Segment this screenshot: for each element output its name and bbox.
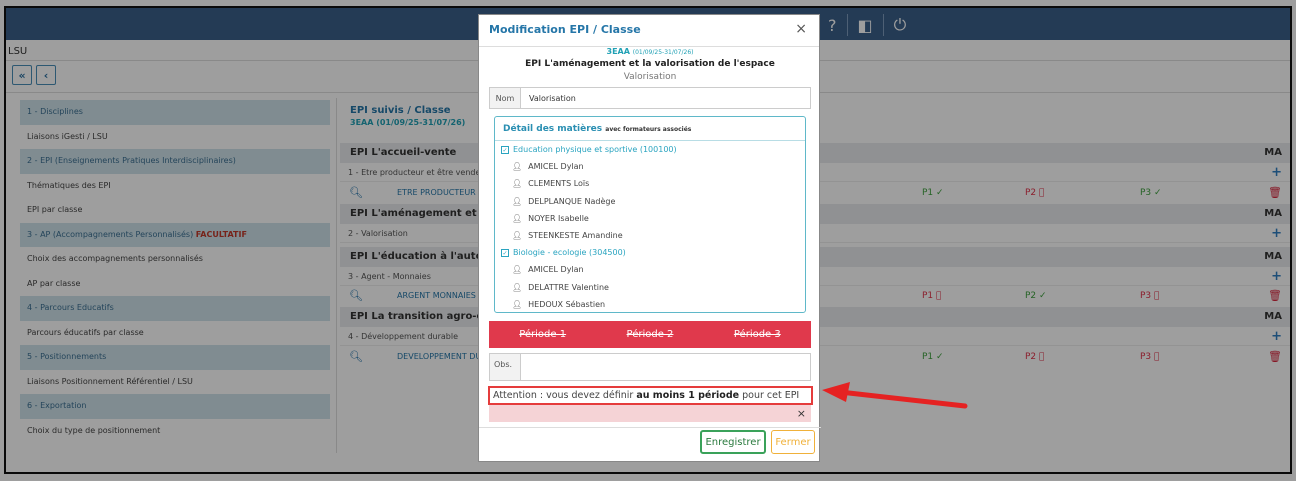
period-1-toggle[interactable]: Période 1 bbox=[519, 329, 566, 340]
user-icon: 👤︎ bbox=[512, 162, 523, 172]
user-icon: 👤︎ bbox=[512, 196, 523, 206]
warning-message: Attention : vous devez définir au moins … bbox=[488, 386, 813, 405]
annotation-arrow-icon bbox=[822, 382, 968, 409]
modal-header: Modification EPI / Classe × bbox=[479, 15, 819, 47]
teacher-row: 👤︎ HEDOUX Sébastien bbox=[495, 296, 805, 312]
checkbox-icon[interactable]: ✓ bbox=[501, 248, 509, 257]
subjects-panel: Détail des matières avec formateurs asso… bbox=[494, 116, 806, 313]
nom-field-group: Nom bbox=[489, 87, 811, 109]
teacher-row: 👤︎ DELATTRE Valentine bbox=[495, 279, 805, 296]
obs-label: Obs. bbox=[490, 354, 521, 380]
close-button[interactable]: Fermer bbox=[771, 430, 815, 454]
user-icon: 👤︎ bbox=[512, 230, 523, 240]
teacher-row: 👤︎ AMICEL Dylan bbox=[495, 158, 805, 175]
teacher-row: 👤︎ AMICEL Dylan bbox=[495, 261, 805, 278]
user-icon: 👤︎ bbox=[512, 213, 523, 223]
warning-close-icon[interactable]: × bbox=[489, 405, 811, 422]
subject-row[interactable]: ✓ Biologie - ecologie (304500) bbox=[495, 244, 805, 261]
thematique-label: Valorisation bbox=[623, 72, 677, 82]
modal-dialog: Modification EPI / Classe × 3EAA (01/09/… bbox=[478, 14, 821, 462]
user-icon: 👤︎ bbox=[512, 179, 523, 189]
teacher-row: 👤︎ NOYER Isabelle bbox=[495, 210, 805, 227]
period-2-toggle[interactable]: Période 2 bbox=[627, 329, 674, 340]
divider bbox=[479, 427, 821, 428]
nom-input[interactable] bbox=[521, 88, 810, 108]
subject-row[interactable]: ✓ Education physique et sportive (100100) bbox=[495, 141, 805, 158]
teacher-row: 👤︎ CLEMENTS Loïs bbox=[495, 175, 805, 192]
epi-name: EPI L'aménagement et la valorisation de … bbox=[525, 59, 775, 69]
user-icon: 👤︎ bbox=[512, 282, 523, 292]
teacher-row: 👤︎ STEENKESTE Amandine bbox=[495, 227, 805, 244]
teacher-row: 👤︎ DELPLANQUE Nadège bbox=[495, 193, 805, 210]
save-button[interactable]: Enregistrer bbox=[700, 430, 766, 454]
obs-textarea[interactable] bbox=[521, 354, 810, 380]
nom-label: Nom bbox=[490, 88, 521, 108]
period-3-toggle[interactable]: Période 3 bbox=[734, 329, 781, 340]
obs-field-group: Obs. bbox=[489, 353, 811, 381]
close-icon[interactable]: × bbox=[795, 21, 807, 37]
period-selector: Période 1 Période 2 Période 3 bbox=[489, 321, 811, 348]
subjects-panel-header: Détail des matières avec formateurs asso… bbox=[495, 117, 805, 141]
user-icon: 👤︎ bbox=[512, 265, 523, 275]
checkbox-icon[interactable]: ✓ bbox=[501, 145, 509, 154]
classe-label: 3EAA (01/09/25-31/07/26) bbox=[606, 47, 694, 56]
modal-title: Modification EPI / Classe bbox=[489, 23, 641, 36]
user-icon: 👤︎ bbox=[512, 299, 523, 309]
